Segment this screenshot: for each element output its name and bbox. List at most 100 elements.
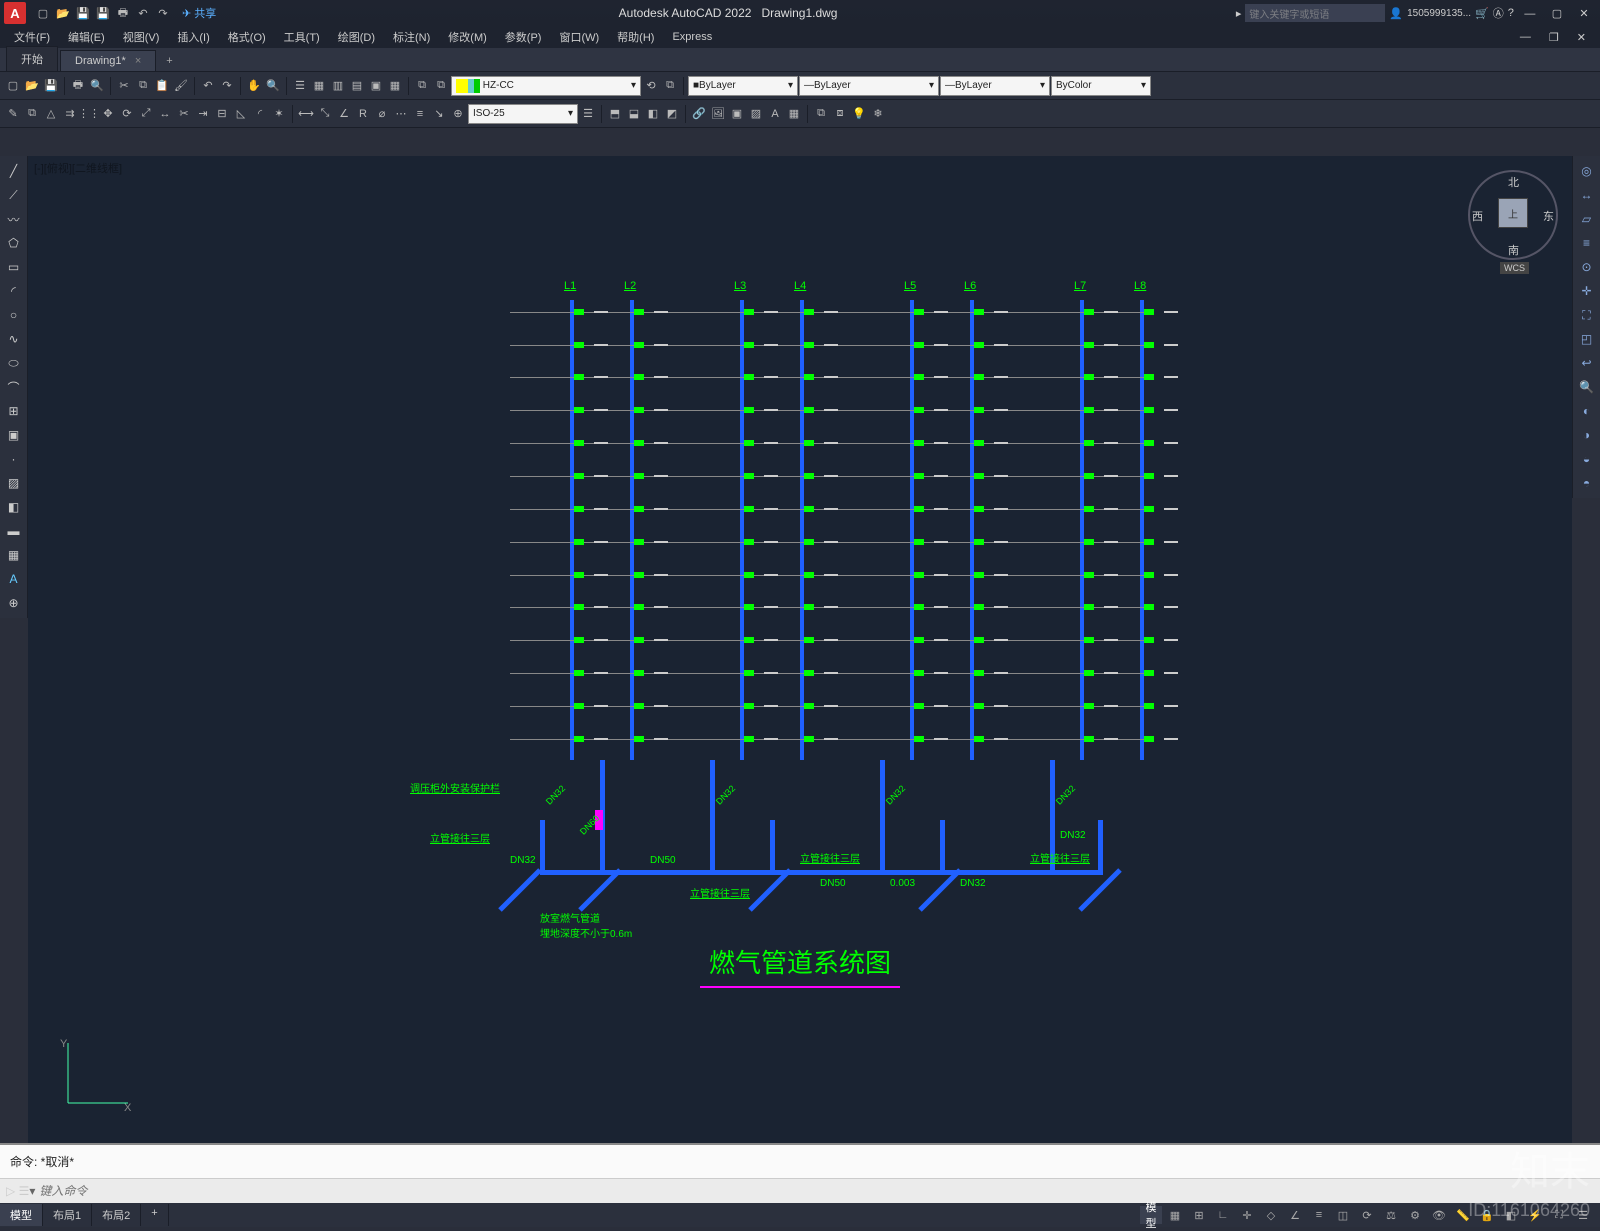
insert-block-icon[interactable]: ⊞ — [3, 400, 25, 422]
layer-dropdown[interactable]: HZ-CC ▾ — [451, 76, 641, 96]
area-icon[interactable]: ▱ — [1576, 208, 1598, 230]
search-icon[interactable]: ▸ — [1236, 7, 1242, 20]
spline-icon[interactable]: ∿ — [3, 328, 25, 350]
tab-new[interactable]: + — [158, 51, 180, 71]
make-block-icon[interactable]: ▣ — [3, 424, 25, 446]
scale-icon[interactable]: ⤢ — [137, 105, 155, 123]
gradient-icon[interactable]: ◧ — [3, 496, 25, 518]
list-icon[interactable]: ≡ — [1576, 232, 1598, 254]
signin-icon[interactable]: 👤 — [1389, 7, 1403, 20]
text2-icon[interactable]: A — [766, 105, 784, 123]
drawing-canvas[interactable]: [-][俯视][二维线框] 上 北 南 西 东 WCS L1L2L3L4L5L6… — [28, 156, 1572, 1143]
match-icon[interactable]: 🖌 — [172, 77, 190, 95]
offset-icon[interactable]: ⇉ — [61, 105, 79, 123]
prev-zoom-icon[interactable]: ↩ — [1576, 352, 1598, 374]
undo2-icon[interactable]: ↶ — [199, 77, 217, 95]
stretch-icon[interactable]: ↔ — [156, 105, 174, 123]
menu-dimension[interactable]: 标注(N) — [385, 27, 438, 47]
app-menu-icon[interactable]: Ⓐ — [1493, 5, 1504, 21]
table-icon[interactable]: ▦ — [3, 544, 25, 566]
plotstyle-dropdown[interactable]: ByColor▾ — [1051, 76, 1151, 96]
pan-icon[interactable]: ✋ — [245, 77, 263, 95]
more2-icon[interactable]: ◑ — [1576, 424, 1598, 446]
lwt-icon[interactable]: ≡ — [1308, 1206, 1330, 1224]
image-icon[interactable]: 🖼 — [709, 105, 727, 123]
preview-icon[interactable]: 🔍 — [88, 77, 106, 95]
otrack-icon[interactable]: ∠ — [1284, 1206, 1306, 1224]
dim-radius-icon[interactable]: R — [354, 105, 372, 123]
dctr-icon[interactable]: ▦ — [310, 77, 328, 95]
menu-modify[interactable]: 修改(M) — [440, 27, 495, 47]
command-input[interactable] — [39, 1184, 1594, 1198]
viewcube-n[interactable]: 北 — [1508, 174, 1519, 190]
plot-icon[interactable]: 🖶 — [114, 4, 132, 22]
view-iso-icon[interactable]: ◩ — [663, 105, 681, 123]
color-dropdown[interactable]: ■ ByLayer▾ — [688, 76, 798, 96]
snap-icon[interactable]: ⊞ — [1188, 1206, 1210, 1224]
layout-2[interactable]: 布局2 — [92, 1204, 141, 1226]
menu-view[interactable]: 视图(V) — [115, 27, 168, 47]
menu-file[interactable]: 文件(F) — [6, 27, 58, 47]
polygon-icon[interactable]: ⬠ — [3, 232, 25, 254]
layer-prev-icon[interactable]: ⟲ — [642, 77, 660, 95]
cycling-icon[interactable]: ⟳ — [1356, 1206, 1378, 1224]
markup-icon[interactable]: ▣ — [367, 77, 385, 95]
region-icon[interactable]: ▬ — [3, 520, 25, 542]
paste-icon[interactable]: 📋 — [153, 77, 171, 95]
workspace-icon[interactable]: ⚙ — [1404, 1206, 1426, 1224]
array-icon[interactable]: ⋮⋮ — [80, 105, 98, 123]
menu-help[interactable]: 帮助(H) — [609, 27, 662, 47]
ellipse-icon[interactable]: ⬭ — [3, 352, 25, 374]
customize-status-icon[interactable]: ☰ — [1572, 1206, 1594, 1224]
rectangle-icon[interactable]: ▭ — [3, 256, 25, 278]
menu-parametric[interactable]: 参数(P) — [497, 27, 550, 47]
layer-freeze-icon[interactable]: ❄ — [869, 105, 887, 123]
zoom-icon[interactable]: 🔍 — [264, 77, 282, 95]
layout-1[interactable]: 布局1 — [43, 1204, 92, 1226]
search-input[interactable]: 键入关键字或短语 — [1245, 4, 1385, 22]
dim-continue-icon[interactable]: ⋯ — [392, 105, 410, 123]
polyline-icon[interactable]: 〰 — [3, 208, 25, 230]
chamfer-icon[interactable]: ◺ — [232, 105, 250, 123]
open2-icon[interactable]: 📂 — [23, 77, 41, 95]
status-model-button[interactable]: 模型 — [1140, 1206, 1162, 1224]
dim-diameter-icon[interactable]: ⌀ — [373, 105, 391, 123]
hardware-icon[interactable]: ⚡ — [1524, 1206, 1546, 1224]
tab-start[interactable]: 开始 — [6, 46, 58, 71]
menu-express[interactable]: Express — [664, 29, 720, 45]
dimstyle-dropdown[interactable]: ISO-25▾ — [468, 104, 578, 124]
more4-icon[interactable]: ◓ — [1576, 472, 1598, 494]
move-icon[interactable]: ✥ — [99, 105, 117, 123]
xline-icon[interactable]: ⟋ — [3, 184, 25, 206]
arc-icon[interactable]: ◜ — [3, 280, 25, 302]
extend-icon[interactable]: ⇥ — [194, 105, 212, 123]
more3-icon[interactable]: ◒ — [1576, 448, 1598, 470]
sheet-set-icon[interactable]: ▤ — [348, 77, 366, 95]
erase-icon[interactable]: ✎ — [4, 105, 22, 123]
cart-icon[interactable]: 🛒 — [1475, 7, 1489, 20]
nav-wheel-icon[interactable]: ◎ — [1576, 160, 1598, 182]
save2-icon[interactable]: 💾 — [42, 77, 60, 95]
undo-icon[interactable]: ↶ — [134, 4, 152, 22]
close-button[interactable]: ✕ — [1572, 7, 1596, 20]
xref-icon[interactable]: 🔗 — [690, 105, 708, 123]
viewcube-top[interactable]: 上 — [1498, 198, 1528, 228]
linetype-dropdown[interactable]: — ByLayer▾ — [799, 76, 939, 96]
save-icon[interactable]: 💾 — [74, 4, 92, 22]
menu-format[interactable]: 格式(O) — [220, 27, 274, 47]
command-line[interactable]: ▷ ☰ ▾ — [0, 1179, 1600, 1203]
leader-icon[interactable]: ↘ — [430, 105, 448, 123]
prop-icon[interactable]: ☰ — [291, 77, 309, 95]
locate-icon[interactable]: ✛ — [1576, 280, 1598, 302]
cut-icon[interactable]: ✂ — [115, 77, 133, 95]
maximize-button[interactable]: ▢ — [1545, 7, 1569, 20]
grid-icon[interactable]: ▦ — [1164, 1206, 1186, 1224]
units-icon[interactable]: 📏 — [1452, 1206, 1474, 1224]
break-icon[interactable]: ⊟ — [213, 105, 231, 123]
redo2-icon[interactable]: ↷ — [218, 77, 236, 95]
layer-iso-icon[interactable]: ⧉ — [661, 77, 679, 95]
open-icon[interactable]: 📂 — [54, 4, 72, 22]
viewcube-e[interactable]: 东 — [1543, 208, 1554, 224]
explode-icon[interactable]: ✶ — [270, 105, 288, 123]
copy2-icon[interactable]: ⧉ — [23, 105, 41, 123]
